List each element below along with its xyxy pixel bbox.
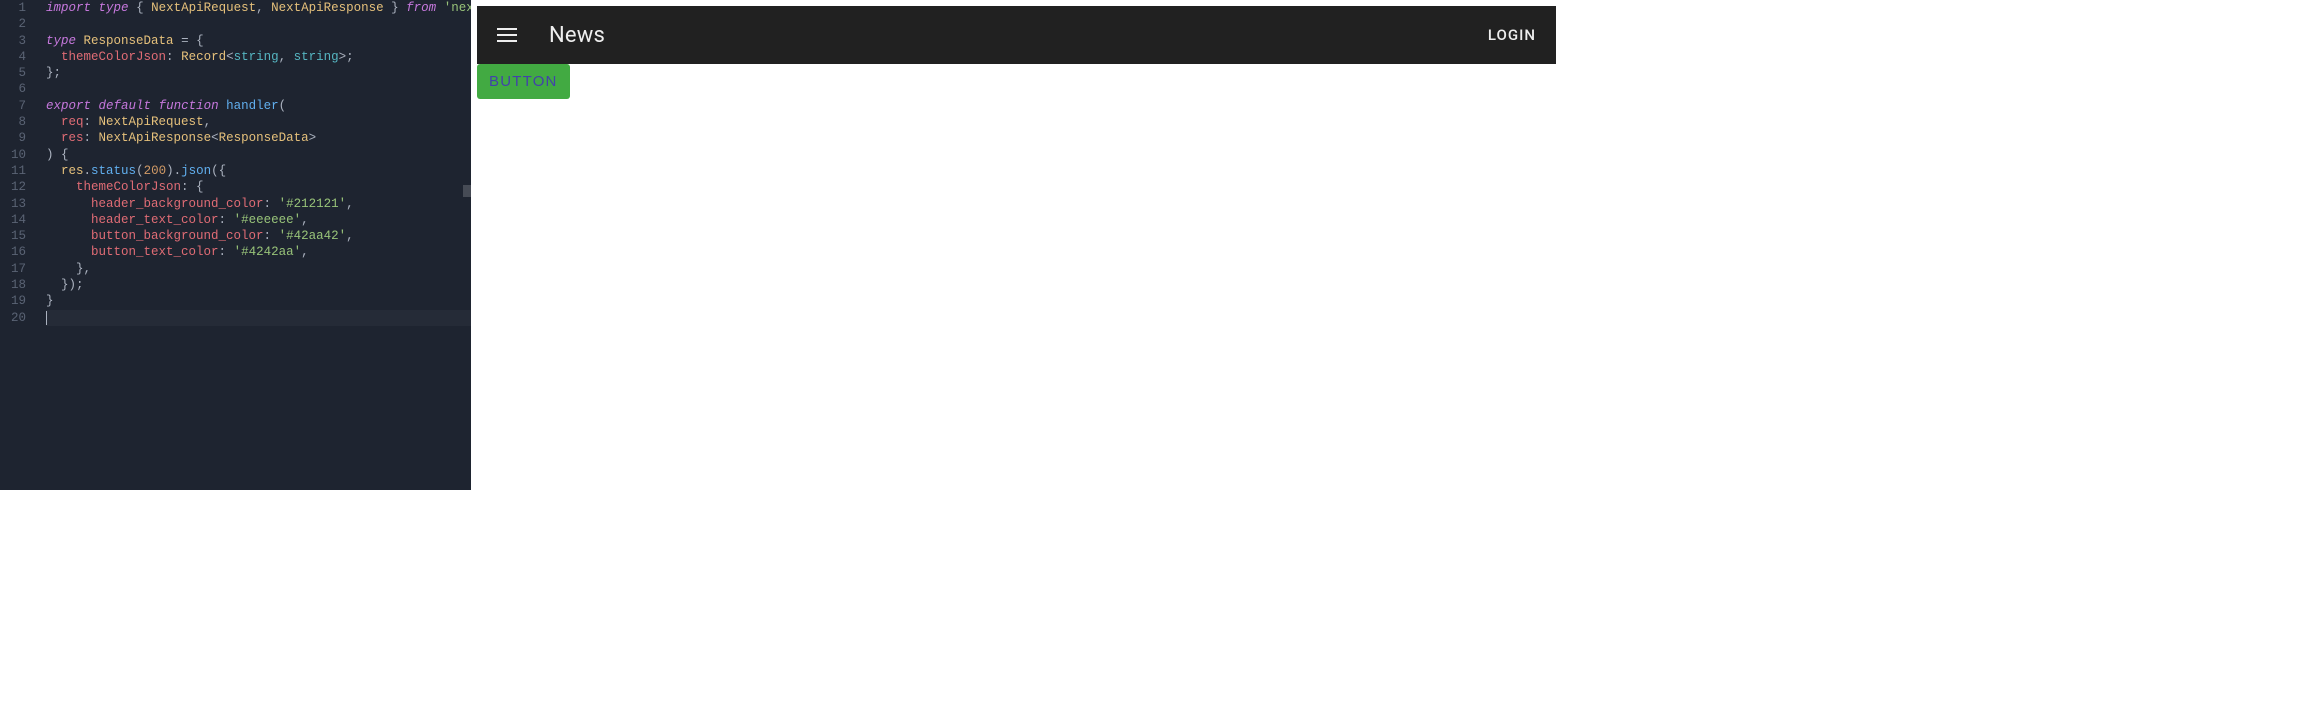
line-number: 4 [0,49,26,65]
code-line[interactable]: header_text_color: '#eeeeee', [46,212,471,228]
line-number: 3 [0,33,26,49]
code-area[interactable]: import type { NextApiRequest, NextApiRes… [32,0,471,326]
line-number: 6 [0,81,26,97]
line-number: 14 [0,212,26,228]
text-cursor [46,311,47,325]
line-number: 12 [0,179,26,195]
preview-frame: News LOGIN BUTTON [477,6,1556,484]
preview-pane: News LOGIN BUTTON [471,0,1562,490]
line-number: 5 [0,65,26,81]
code-line[interactable]: button_text_color: '#4242aa', [46,244,471,260]
line-number: 9 [0,130,26,146]
code-line[interactable]: req: NextApiRequest, [46,114,471,130]
code-line[interactable]: button_background_color: '#42aa42', [46,228,471,244]
line-number: 10 [0,147,26,163]
line-number: 15 [0,228,26,244]
hamburger-menu-icon[interactable] [497,23,521,47]
code-line[interactable]: ) { [46,147,471,163]
code-line[interactable]: themeColorJson: Record<string, string>; [46,49,471,65]
code-line[interactable]: } [46,293,471,309]
code-line[interactable]: import type { NextApiRequest, NextApiRes… [46,0,471,16]
line-number: 11 [0,163,26,179]
code-line[interactable]: res: NextApiResponse<ResponseData> [46,130,471,146]
line-number: 16 [0,244,26,260]
line-number: 19 [0,293,26,309]
line-number-gutter: 1234567891011121314151617181920 [0,0,32,326]
code-line[interactable] [46,310,471,326]
code-line[interactable]: res.status(200).json({ [46,163,471,179]
code-line[interactable] [46,16,471,32]
code-line[interactable]: }); [46,277,471,293]
code-line[interactable]: }; [46,65,471,81]
app-header: News LOGIN [477,6,1556,64]
code-line[interactable]: }, [46,261,471,277]
line-number: 18 [0,277,26,293]
line-number: 17 [0,261,26,277]
code-line[interactable]: themeColorJson: { [46,179,471,195]
code-line[interactable]: type ResponseData = { [46,33,471,49]
scrollbar-thumb[interactable] [463,185,471,197]
code-editor[interactable]: 1234567891011121314151617181920 import t… [0,0,471,490]
primary-button[interactable]: BUTTON [477,64,570,99]
line-number: 7 [0,98,26,114]
line-number: 20 [0,310,26,326]
code-line[interactable]: header_background_color: '#212121', [46,196,471,212]
login-button[interactable]: LOGIN [1488,26,1536,44]
line-number: 13 [0,196,26,212]
line-number: 2 [0,16,26,32]
line-number: 1 [0,0,26,16]
code-line[interactable] [46,81,471,97]
code-line[interactable]: export default function handler( [46,98,471,114]
line-number: 8 [0,114,26,130]
header-title: News [549,23,1488,48]
